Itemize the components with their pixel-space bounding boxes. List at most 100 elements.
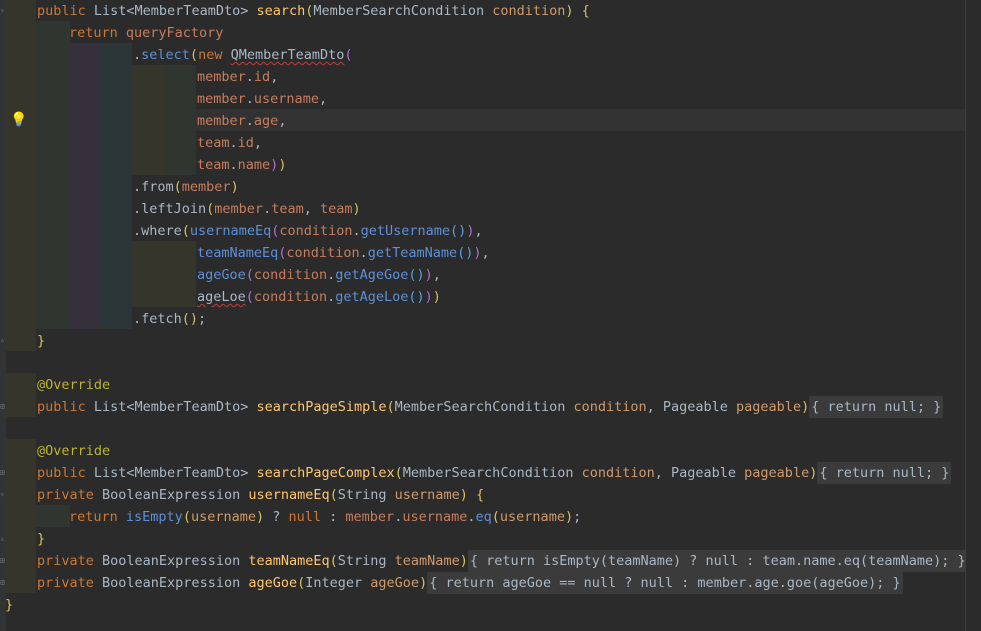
code-line[interactable]: team.id, [197, 132, 262, 154]
code-token: () [181, 311, 199, 327]
code-line[interactable]: } [37, 528, 45, 550]
code-token: . [263, 201, 272, 217]
code-token: condition [286, 245, 360, 261]
code-token: ( [181, 223, 190, 239]
code-token: } [5, 597, 14, 613]
code-token: @Override [37, 377, 111, 393]
code-line[interactable]: member.id, [197, 66, 278, 88]
code-line[interactable]: teamNameEq(condition.getTeamName()), [197, 242, 490, 264]
code-token: member [181, 179, 231, 195]
fold-marker-icon[interactable]: ⊞ [0, 557, 6, 565]
code-token: username [394, 487, 460, 503]
code-token: ( [182, 509, 191, 525]
code-token: public [37, 465, 94, 481]
code-line[interactable]: team.name)) [197, 154, 286, 176]
code-token: , [481, 245, 490, 261]
code-token: () [408, 289, 425, 305]
code-line[interactable]: @Override [37, 374, 110, 396]
code-line[interactable]: public List<MemberTeamDto> searchPageCom… [37, 462, 952, 484]
fold-marker-icon[interactable]: ⊞ [0, 403, 6, 411]
indent-guide [36, 21, 70, 329]
code-token: . [133, 47, 142, 63]
code-line[interactable]: .where(usernameEq(condition.getUsername(… [133, 220, 483, 242]
code-token: member [197, 69, 246, 85]
code-line[interactable]: return isEmpty(username) ? null : member… [69, 506, 581, 528]
code-line[interactable]: ageGoe(condition.getAgeGoe()), [197, 264, 441, 286]
code-editor[interactable]: 💡 ▿ ▵ ⊞ ⊞ ▿ ▵ ⊞ ⊞ public List<MemberTeam… [0, 0, 981, 631]
code-token: . [327, 267, 336, 283]
code-line[interactable]: .fetch(); [133, 308, 206, 330]
code-line[interactable]: public List<MemberTeamDto> search(Member… [37, 0, 590, 22]
code-line[interactable]: private BooleanExpression ageGoe(Integer… [37, 572, 903, 594]
code-line[interactable]: } [37, 330, 45, 352]
lightbulb-icon[interactable]: 💡 [10, 109, 28, 131]
code-line[interactable]: ageLoe(condition.getAgeLoe())) [197, 286, 441, 308]
code-token: . [359, 245, 368, 261]
code-token: public [37, 399, 94, 415]
code-token: .where [133, 223, 182, 239]
code-token: member [197, 91, 246, 107]
code-token: List<MemberTeamDto> [93, 465, 257, 481]
code-token: team [197, 157, 230, 173]
code-line[interactable]: private BooleanExpression teamNameEq(Str… [37, 550, 968, 572]
code-token: queryFactory [125, 25, 224, 41]
code-token: team [197, 135, 230, 151]
code-token: Integer [305, 575, 371, 591]
code-line[interactable]: .select(new QMemberTeamDto( [133, 44, 353, 66]
code-token: pageable [744, 465, 810, 481]
fold-marker-icon[interactable]: ▿ [0, 7, 6, 15]
code-line[interactable]: return queryFactory [69, 22, 223, 44]
code-token: . [245, 113, 254, 129]
code-token: public [37, 3, 94, 19]
fold-marker-icon[interactable]: ⊞ [0, 579, 6, 587]
code-line[interactable]: member.age, [197, 110, 286, 132]
code-token: ( [491, 509, 500, 525]
code-token: eq [475, 509, 492, 525]
code-token: getAgeGoe [335, 267, 409, 283]
code-token: ) [564, 509, 574, 525]
code-line[interactable]: public List<MemberTeamDto> searchPageSim… [37, 396, 944, 418]
code-token: ) [255, 509, 265, 525]
code-line[interactable]: } [5, 594, 13, 616]
folded-region[interactable]: { return null; } [817, 462, 952, 484]
code-line[interactable]: @Override [37, 440, 110, 462]
code-token: , [654, 465, 672, 481]
fold-marker-icon[interactable]: ▵ [0, 336, 6, 344]
code-token: ) [424, 267, 433, 283]
code-line[interactable]: private BooleanExpression usernameEq(Str… [37, 484, 484, 506]
code-token: username [402, 509, 468, 525]
fold-marker-icon[interactable]: ⊞ [0, 469, 6, 477]
code-token: ) [809, 465, 818, 481]
code-token: ) [230, 179, 239, 195]
indent-guide [6, 439, 36, 593]
code-token: new [198, 47, 231, 63]
folded-region[interactable]: { return isEmpty(teamName) ? null : team… [467, 550, 968, 572]
code-line[interactable]: .leftJoin(member.team, team) [133, 198, 361, 220]
indent-guide [100, 43, 132, 329]
indent-guide [132, 65, 166, 175]
code-token: ( [189, 47, 199, 63]
code-token: ageGoe [248, 575, 298, 591]
folded-region[interactable]: { return null; } [809, 396, 944, 418]
code-token: private [37, 553, 103, 569]
code-token: member [197, 113, 246, 129]
code-token: id [253, 69, 271, 85]
code-token: String [337, 487, 395, 503]
code-token: username [499, 509, 565, 525]
folded-region[interactable]: { return ageGoe == null ? null : member.… [427, 572, 903, 594]
code-token: getAgeLoe [335, 289, 409, 305]
code-token: , [646, 399, 663, 415]
code-token: ( [386, 399, 395, 415]
code-token: MemberSearchCondition [402, 465, 582, 481]
code-token: . [352, 223, 361, 239]
code-token: ( [344, 47, 353, 63]
fold-marker-icon[interactable]: ▿ [0, 491, 6, 499]
code-token: return [69, 25, 126, 41]
code-token: ( [173, 179, 182, 195]
code-line[interactable]: member.username, [197, 88, 327, 110]
code-line[interactable]: .from(member) [133, 176, 239, 198]
fold-marker-icon[interactable]: ▵ [0, 535, 6, 543]
code-token: } [37, 531, 46, 547]
code-token: team [271, 201, 304, 217]
vertical-scrollbar[interactable] [966, 0, 981, 631]
